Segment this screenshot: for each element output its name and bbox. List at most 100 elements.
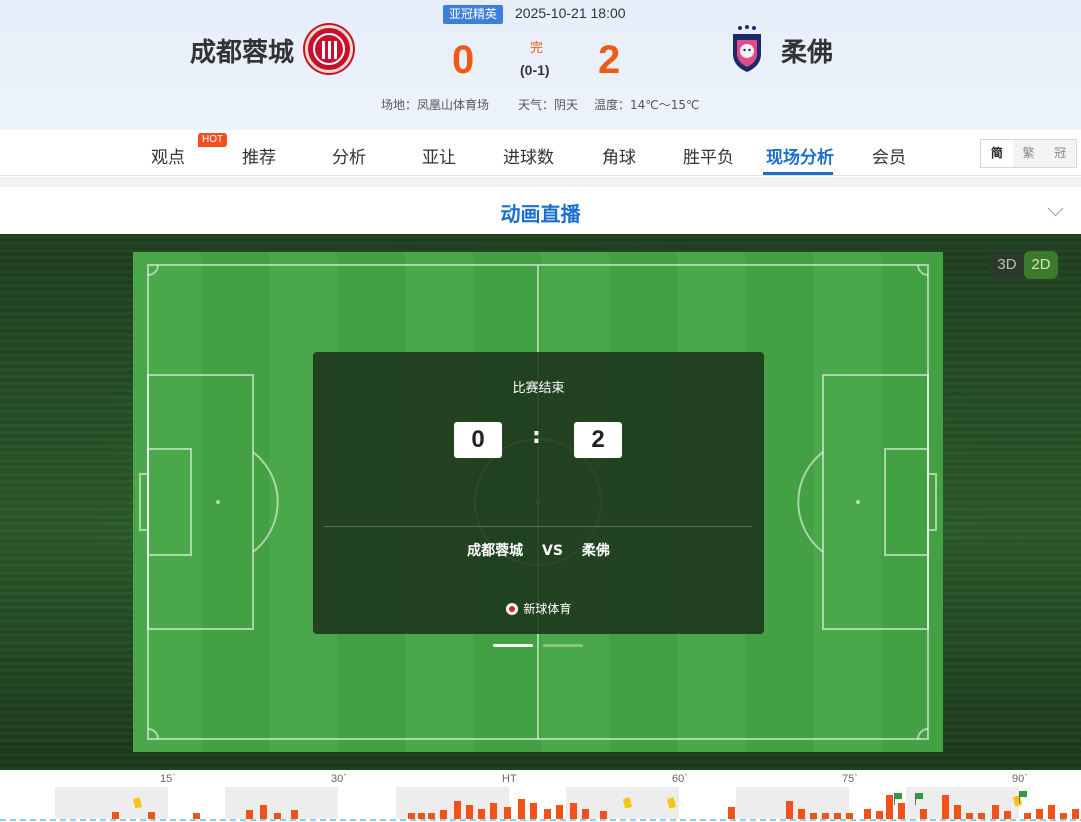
- active-tab-indicator: [763, 172, 833, 175]
- home-score: 0: [452, 38, 475, 82]
- timeline-tick-90: 90`: [1012, 773, 1028, 785]
- home-logo-stripe-icon: [322, 41, 325, 59]
- brand-logo-icon: [505, 603, 518, 615]
- timeline-momentum-bar: [440, 810, 447, 819]
- timeline-momentum-bar: [193, 813, 200, 819]
- timeline-momentum-bar: [544, 809, 551, 819]
- timeline-momentum-bar: [570, 803, 577, 819]
- match-datetime: 2025-10-21 18:00: [515, 5, 626, 21]
- timeline-momentum-bar: [428, 813, 435, 819]
- tab-recommend[interactable]: 推荐: [242, 143, 276, 168]
- tab-opinion[interactable]: 观点: [151, 143, 185, 168]
- home-logo-stripe-icon: [328, 41, 331, 59]
- home-team-logo[interactable]: [305, 25, 353, 73]
- lang-guan[interactable]: 冠: [1044, 140, 1076, 167]
- timeline-momentum-bar: [246, 810, 253, 819]
- overlay-score-separator: :: [532, 424, 541, 449]
- overlay-home-team: 成都蓉城: [467, 543, 524, 559]
- lang-traditional[interactable]: 繁: [1013, 140, 1045, 167]
- timeline-tick-15: 15`: [160, 773, 176, 785]
- tab-membership[interactable]: 会员: [872, 143, 906, 168]
- timeline-momentum-bar: [966, 813, 973, 819]
- away-team-name[interactable]: 柔佛: [781, 32, 833, 69]
- timeline-momentum-bar: [408, 813, 415, 819]
- timeline-momentum-bar: [556, 805, 563, 819]
- tab-corners[interactable]: 角球: [602, 143, 636, 168]
- pager-dot[interactable]: [543, 644, 583, 647]
- match-end-overlay: 比赛结束 0 : 2 成都蓉城 VS 柔佛 新球体育: [313, 352, 764, 634]
- overlay-teams: 成都蓉城 VS 柔佛: [313, 540, 764, 560]
- home-logo-stripe-icon: [334, 41, 337, 59]
- overlay-away-team: 柔佛: [581, 543, 610, 559]
- overlay-away-score: 2: [574, 422, 622, 458]
- timeline-momentum-bar: [810, 813, 817, 819]
- league-badge[interactable]: 亚冠精英: [443, 5, 504, 24]
- match-header: 亚冠精英 2025-10-21 18:00 成都蓉城 0 完 (0-1) 2 柔…: [0, 0, 1081, 130]
- hot-badge: HOT: [198, 133, 228, 147]
- timeline-momentum-bar: [274, 813, 281, 819]
- timeline-momentum-bar: [1024, 813, 1031, 819]
- timeline-momentum-bar: [876, 811, 883, 819]
- tab-analysis[interactable]: 分析: [332, 143, 366, 168]
- tab-goals[interactable]: 进球数: [503, 143, 554, 168]
- timeline-momentum-bar: [466, 805, 473, 819]
- view-mode-toggle: 3D 2D: [990, 251, 1058, 279]
- timeline-momentum-bar: [504, 807, 511, 819]
- timeline-tick-75: 75`: [842, 773, 858, 785]
- timeline-momentum-bar: [1036, 809, 1043, 819]
- away-team-logo[interactable]: [729, 24, 765, 74]
- overlay-brand: 新球体育: [313, 600, 764, 617]
- section-title: 动画直播: [500, 202, 581, 226]
- goal-flag-icon: [894, 793, 902, 805]
- timeline-momentum-bar: [954, 805, 961, 819]
- timeline-momentum-bar: [112, 812, 119, 819]
- timeline-momentum-bar: [148, 812, 155, 819]
- view-2d-button[interactable]: 2D: [1024, 251, 1058, 279]
- timeline-momentum-bar: [490, 803, 497, 819]
- timeline-momentum-bar: [478, 809, 485, 819]
- lang-simplified[interactable]: 简: [981, 140, 1013, 167]
- timeline-momentum-bar: [454, 801, 461, 819]
- analysis-tab-bar: 观点 推荐 分析 亚让 进球数 角球 胜平负 现场分析 会员: [0, 130, 1081, 176]
- overlay-home-score: 0: [454, 422, 502, 458]
- view-3d-button[interactable]: 3D: [990, 251, 1024, 279]
- overlay-vs: VS: [542, 543, 563, 559]
- timeline-momentum-bar: [1048, 805, 1055, 819]
- venue-info: 场地：凤凰山体育场: [381, 98, 490, 112]
- animation-section-header: 动画直播: [0, 187, 1081, 244]
- timeline-tick-60: 60`: [672, 773, 688, 785]
- timeline-momentum-bar: [600, 811, 607, 819]
- timeline-momentum-bar: [1004, 811, 1011, 819]
- overlay-status: 比赛结束: [512, 381, 565, 396]
- tab-live-analysis[interactable]: 现场分析: [766, 143, 834, 168]
- timeline-momentum-bar: [530, 803, 537, 819]
- overlay-divider: [324, 526, 752, 527]
- timeline-momentum-bar: [920, 809, 927, 819]
- timeline-momentum-bar: [291, 810, 298, 819]
- timeline-momentum-bar: [886, 795, 893, 819]
- timeline-momentum-bar: [864, 809, 871, 819]
- halftime-score: (0-1): [520, 62, 550, 78]
- timeline-momentum-bar: [786, 801, 793, 819]
- away-score: 2: [598, 38, 621, 82]
- timeline-momentum-bar: [582, 809, 589, 819]
- timeline-momentum-bar: [942, 795, 949, 819]
- goal-flag-icon: [915, 793, 923, 805]
- timeline-momentum-bar: [1060, 813, 1067, 819]
- match-status: 完: [530, 41, 544, 56]
- match-event-timeline: 15` 30` HT 60` 75` 90`: [0, 770, 1081, 822]
- timeline-momentum-bar: [978, 813, 985, 819]
- tab-asian-handicap[interactable]: 亚让: [422, 143, 456, 168]
- timeline-momentum-bar: [1072, 809, 1079, 819]
- timeline-tick-ht: HT: [502, 773, 517, 785]
- timeline-momentum-bar: [992, 805, 999, 819]
- pager-dot-active[interactable]: [493, 644, 533, 647]
- star-icon: [738, 25, 756, 30]
- timeline-momentum-bar: [898, 803, 905, 819]
- timeline-momentum-bar: [846, 813, 853, 819]
- tab-win-draw-lose[interactable]: 胜平负: [683, 143, 734, 168]
- live-animation-stage: 3D 2D 比赛结束 0 : 2 成都蓉城 VS 柔佛 新球体育: [0, 234, 1081, 770]
- section-gap: [0, 177, 1081, 187]
- home-team-name[interactable]: 成都蓉城: [190, 32, 294, 69]
- language-switcher: 简 繁 冠: [980, 139, 1077, 168]
